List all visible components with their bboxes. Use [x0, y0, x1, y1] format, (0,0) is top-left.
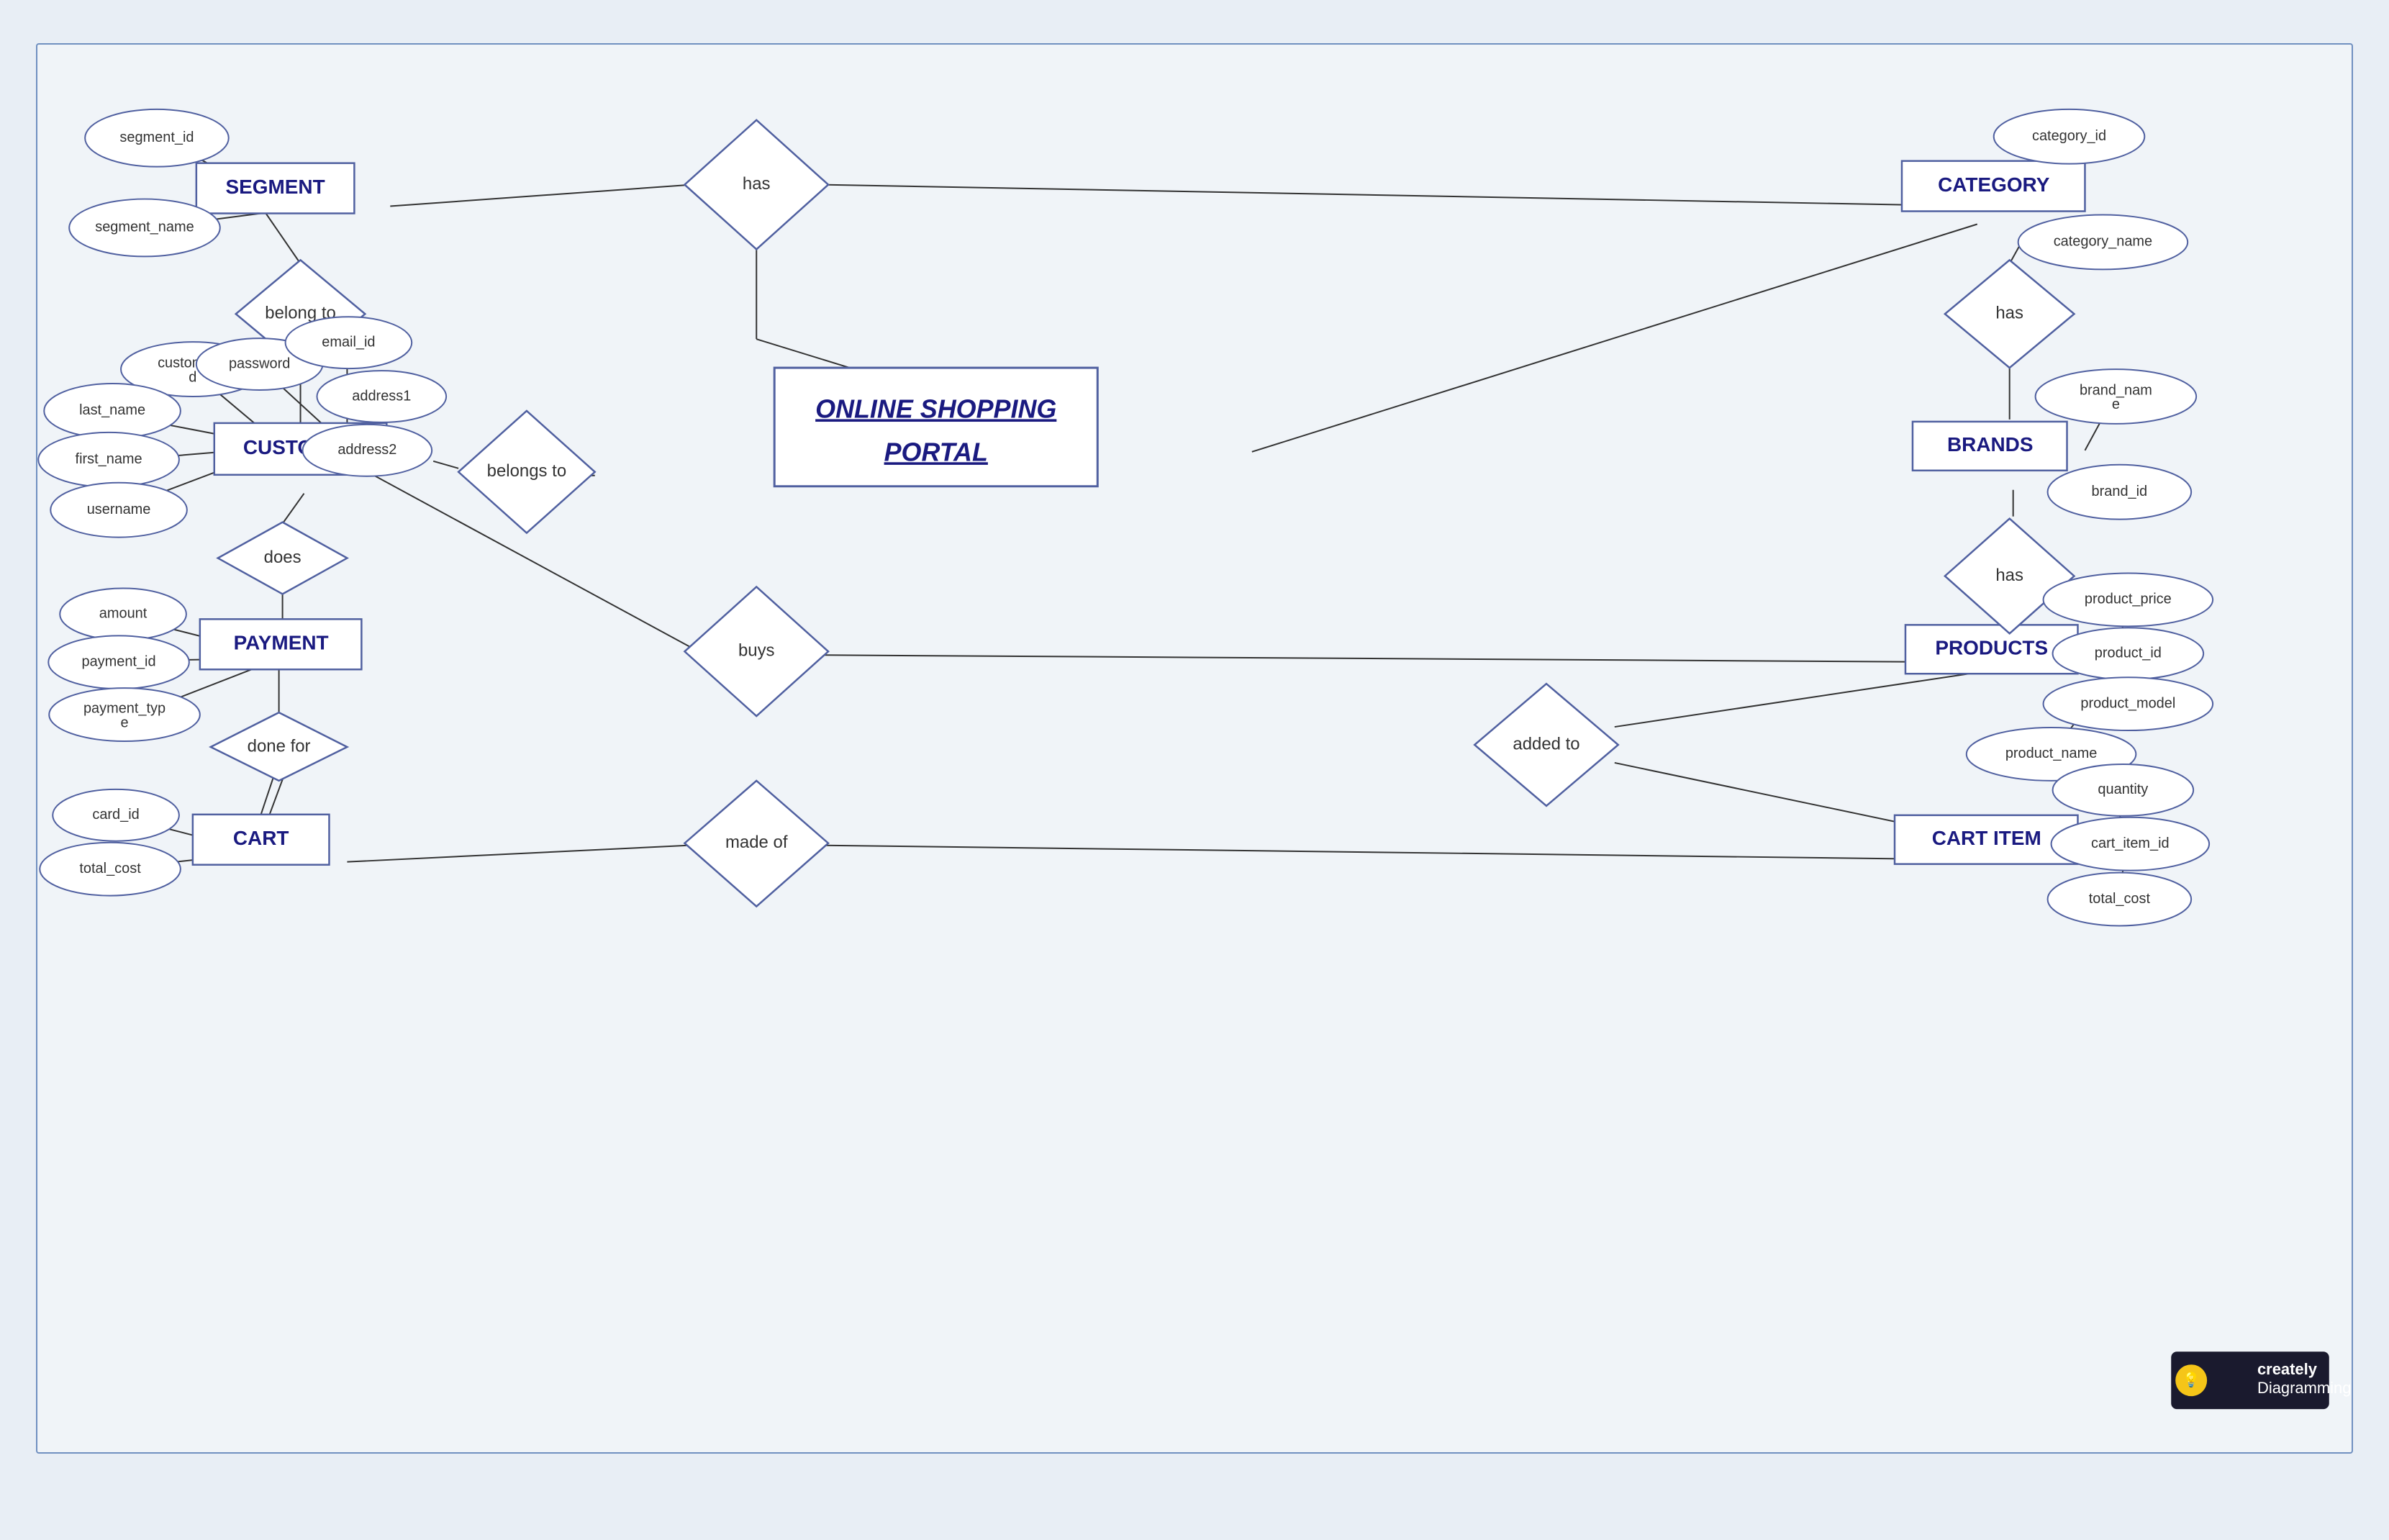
relation-buys-label: buys: [738, 641, 775, 661]
attr-segment-id-label: segment_id: [119, 130, 194, 145]
diagram-container: SEGMENT CUSTOMER PAYMENT CART CATEGORY B…: [36, 43, 2353, 1454]
attr-customer-id-label2: d: [189, 369, 196, 385]
attr-total-cost-ci-label: total_cost: [2089, 891, 2151, 907]
attr-brand-name-label: brand_nam: [2080, 382, 2152, 398]
attr-category-id-label: category_id: [2032, 128, 2106, 144]
attr-segment-name-label: segment_name: [95, 219, 194, 235]
entity-brands-label: BRANDS: [1947, 433, 2034, 456]
attr-category-name-label: category_name: [2054, 234, 2152, 250]
attr-payment-type-label: payment_typ: [83, 700, 166, 716]
attr-address2-label: address2: [337, 442, 396, 458]
attr-cart-item-id-label: cart_item_id: [2091, 835, 2170, 851]
attr-password-label: password: [229, 355, 290, 371]
relation-made-of-label: made of: [725, 833, 788, 852]
entity-products-label: PRODUCTS: [1935, 637, 2048, 659]
central-title-box: [774, 368, 1097, 486]
relation-does-label: does: [264, 548, 302, 567]
central-title-text2: PORTAL: [884, 437, 988, 466]
attr-product-price-label: product_price: [2085, 592, 2172, 607]
attr-address1-label: address1: [352, 388, 411, 404]
attr-brand-id-label: brand_id: [2092, 484, 2148, 499]
logo-icon-text: 💡: [2182, 1371, 2200, 1388]
relation-belongs-to-label: belongs to: [487, 461, 566, 481]
attr-product-id-label: product_id: [2095, 646, 2162, 661]
attr-last-name-label: last_name: [79, 402, 145, 418]
attr-card-id-label: card_id: [92, 807, 139, 823]
entity-payment-label: PAYMENT: [234, 632, 329, 654]
relation-has-products-label: has: [1995, 566, 2023, 585]
logo-name: creately: [2257, 1360, 2318, 1378]
attr-email-id-label: email_id: [322, 334, 375, 350]
attr-product-name-label: product_name: [2005, 746, 2097, 761]
attr-payment-id-label: payment_id: [82, 654, 156, 670]
relation-has-brand-label: has: [1995, 304, 2023, 323]
relation-has-top-label: has: [743, 174, 771, 194]
entity-segment-label: SEGMENT: [226, 176, 325, 198]
relation-done-for-label: done for: [248, 736, 311, 756]
attr-total-cost-cart-label: total_cost: [79, 861, 141, 877]
attr-first-name-label: first_name: [76, 451, 142, 467]
attr-quantity-label: quantity: [2098, 782, 2148, 797]
relation-added-to-label: added to: [1513, 734, 1579, 753]
attr-payment-type-label2: e: [120, 715, 128, 730]
logo-sub: Diagramming: [2257, 1379, 2351, 1397]
entity-cart-label: CART: [233, 827, 289, 849]
entity-category-label: CATEGORY: [1938, 173, 2050, 196]
central-title-text1: ONLINE SHOPPING: [815, 394, 1056, 423]
attr-amount-label: amount: [99, 606, 148, 622]
attr-product-model-label: product_model: [2080, 695, 2175, 711]
entity-cartitem-label: CART ITEM: [1932, 827, 2041, 849]
attr-brand-name-label2: e: [2112, 397, 2120, 412]
attr-username-label: username: [87, 502, 151, 517]
